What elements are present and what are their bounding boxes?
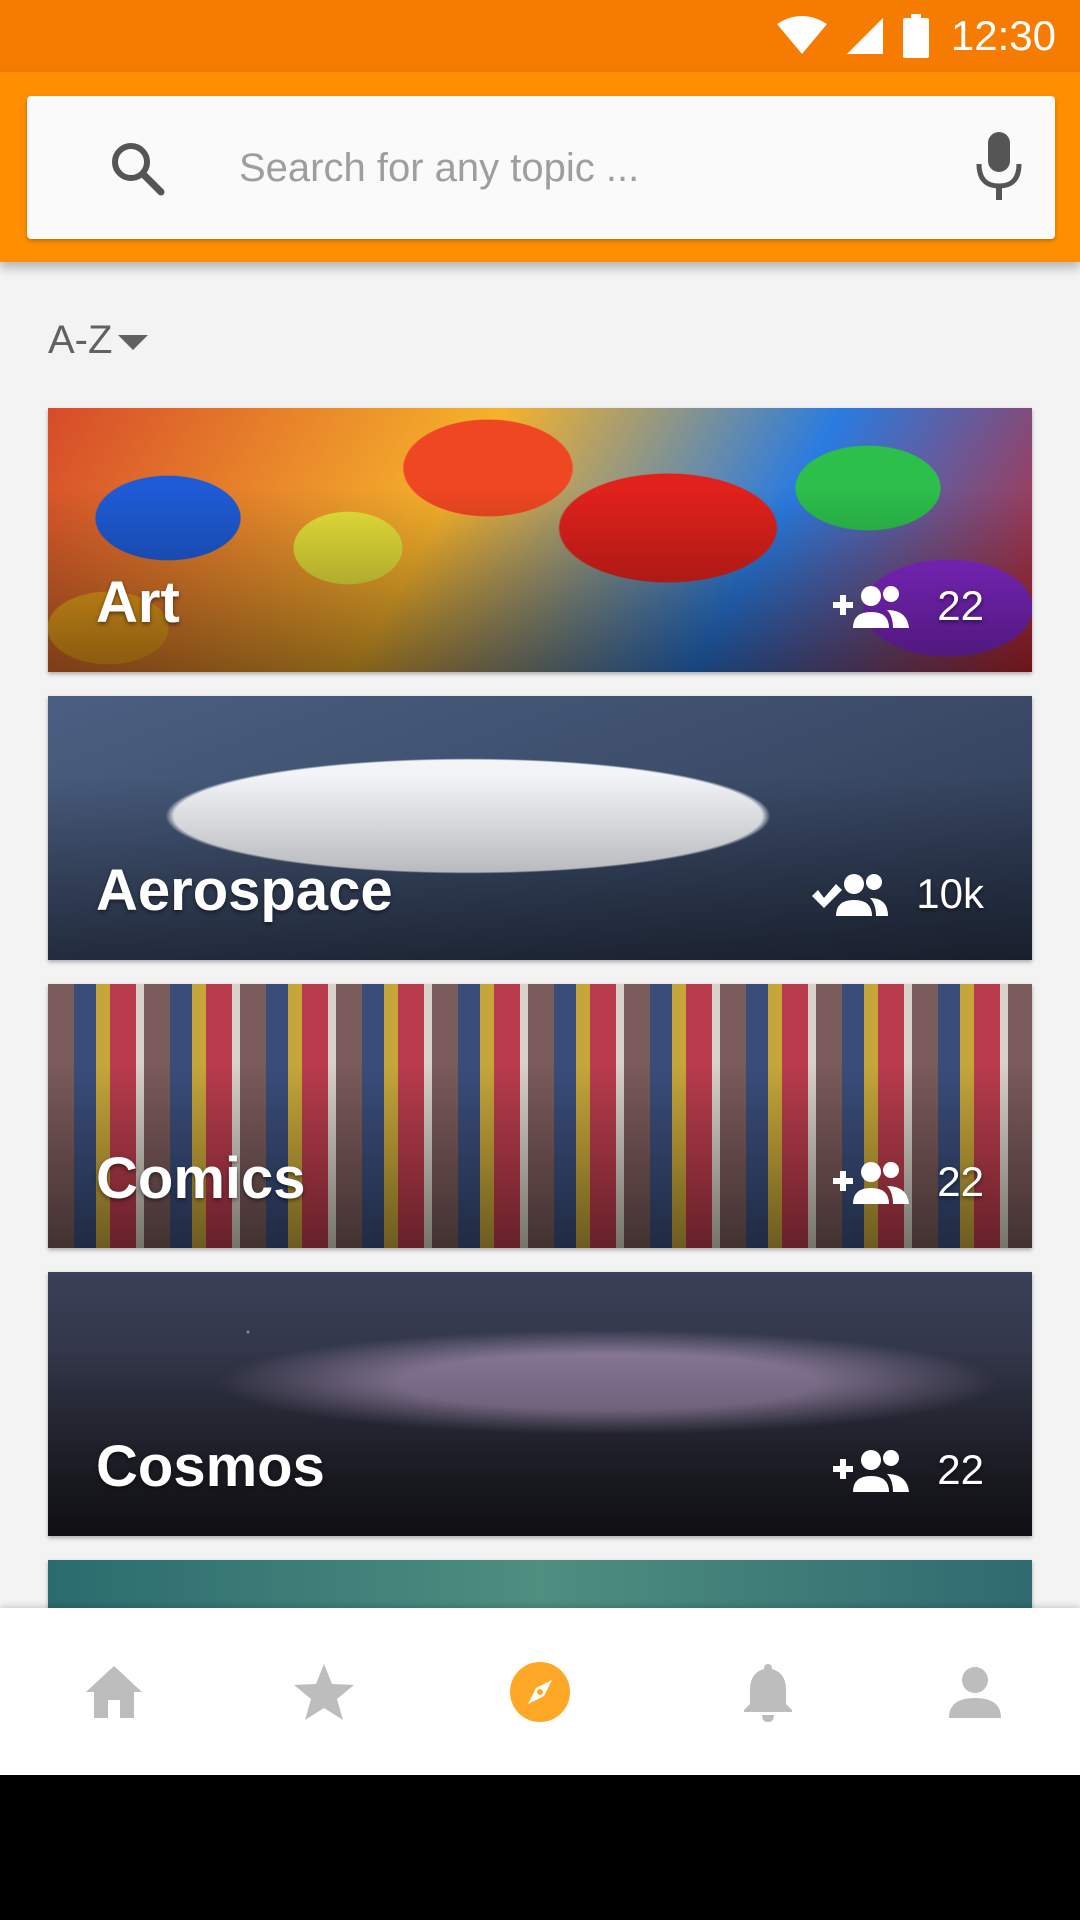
status-bar: 12:30 (0, 0, 1080, 72)
nav-explore[interactable] (480, 1608, 600, 1775)
member-count: 22 (937, 1158, 984, 1205)
member-count: 22 (937, 1446, 984, 1493)
nav-notifications[interactable] (708, 1608, 828, 1775)
topic-meta: 22 (833, 1156, 984, 1208)
nav-profile[interactable] (915, 1608, 1035, 1775)
sort-label: A-Z (48, 318, 113, 362)
search-icon[interactable] (107, 138, 167, 198)
bottom-navigation (0, 1608, 1080, 1775)
topic-card-comics[interactable]: Comics 22 (48, 984, 1032, 1248)
notifications-bell-icon (744, 1663, 792, 1722)
cellular-signal-icon (846, 18, 883, 54)
group-add-icon[interactable] (833, 1444, 910, 1496)
topic-name: Aerospace (96, 858, 393, 923)
topic-meta: 10k (812, 868, 984, 920)
topic-name: Art (96, 570, 180, 635)
member-count: 10k (916, 870, 984, 917)
chevron-down-icon (118, 335, 149, 350)
group-add-icon[interactable] (833, 1156, 910, 1208)
group-add-icon[interactable] (833, 580, 910, 632)
clock: 12:30 (950, 12, 1056, 59)
topic-name: Cosmos (96, 1434, 325, 1499)
topic-meta: 22 (833, 1444, 984, 1496)
topic-meta: 22 (833, 580, 984, 632)
topic-card-aerospace[interactable]: Aerospace 10k (48, 696, 1032, 960)
topic-card-cosmos[interactable]: Cosmos 22 (48, 1272, 1032, 1536)
search-input[interactable] (237, 132, 941, 204)
app-bar (0, 72, 1080, 262)
star-icon (294, 1663, 354, 1720)
sort-dropdown[interactable]: A-Z (48, 318, 149, 363)
home-icon (86, 1665, 142, 1718)
wifi-icon (776, 16, 827, 54)
search-bar[interactable] (27, 96, 1055, 239)
group-joined-icon[interactable] (812, 868, 889, 920)
topic-name: Comics (96, 1146, 306, 1211)
topic-card-art[interactable]: Art 22 (48, 408, 1032, 672)
member-count: 22 (937, 582, 984, 629)
explore-compass-icon (510, 1661, 570, 1722)
screen: 12:30 A-Z Art (0, 0, 1080, 1775)
profile-person-icon (949, 1666, 1001, 1718)
status-icons: 12:30 (776, 0, 1056, 72)
nav-favorites[interactable] (264, 1608, 384, 1775)
battery-icon (902, 14, 929, 58)
nav-home[interactable] (54, 1608, 174, 1775)
microphone-icon[interactable] (969, 130, 1029, 202)
